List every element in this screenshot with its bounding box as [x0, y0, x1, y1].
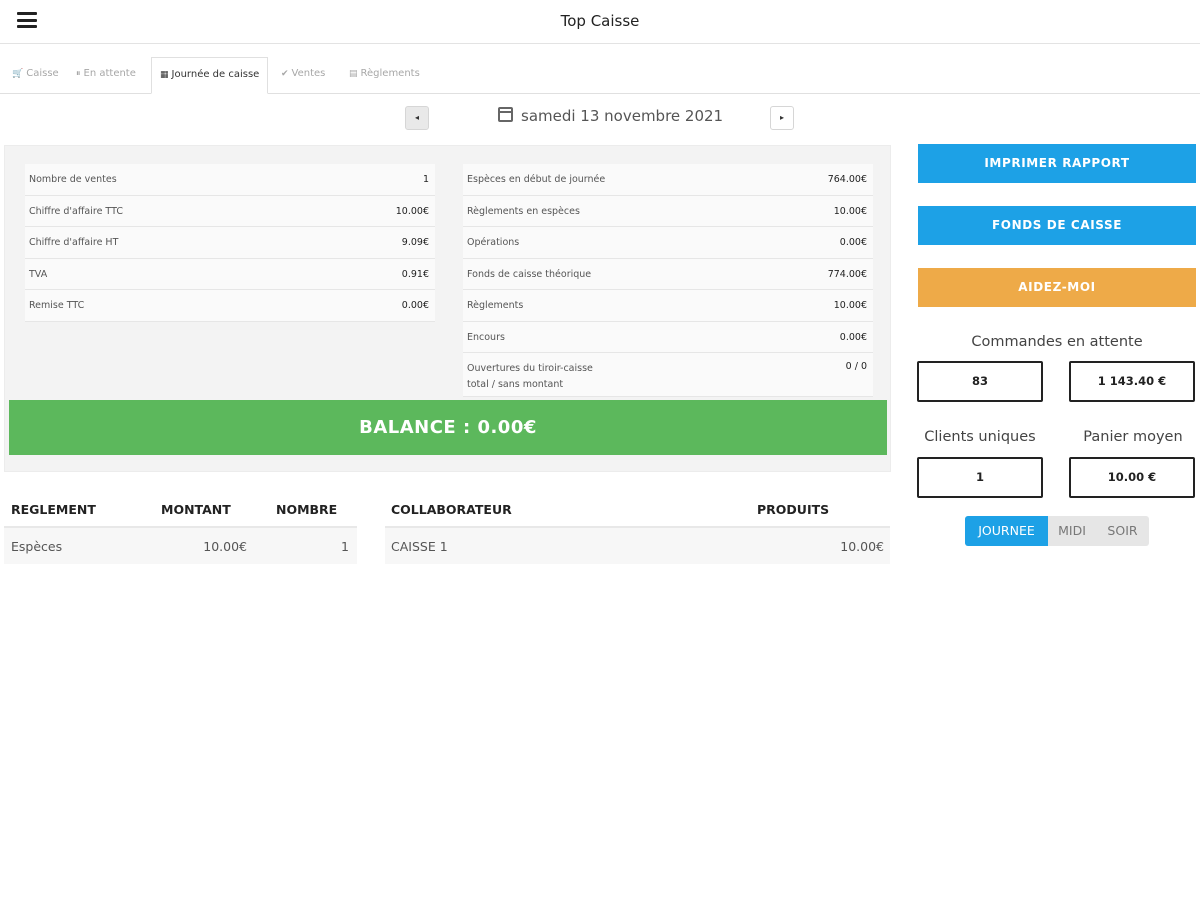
- pending-orders-count: 83: [917, 361, 1043, 402]
- tab-label: Caisse: [26, 68, 59, 79]
- tab-label: Ventes: [291, 68, 326, 79]
- pending-orders-amount: 1 143.40 €: [1069, 361, 1195, 402]
- date-label: samedi 13 novembre 2021: [521, 107, 724, 125]
- column-header: COLLABORATEUR: [391, 502, 512, 517]
- summary-label: Règlements: [467, 300, 524, 311]
- summary-label: Ouvertures du tiroir-caisse total / sans …: [467, 361, 593, 393]
- avg-basket-value: 10.00 €: [1069, 457, 1195, 498]
- summary-label: Espèces en début de journée: [467, 174, 606, 185]
- tab-reglements[interactable]: ▤ Règlements: [341, 57, 428, 94]
- summary-row: Encours 0.00€: [463, 321, 873, 353]
- period-soir[interactable]: SOIR: [1096, 516, 1149, 546]
- print-report-button[interactable]: IMPRIMER RAPPORT: [918, 144, 1196, 183]
- summary-row: Remise TTC 0.00€: [25, 290, 435, 322]
- summary-row: Chiffre d'affaire TTC 10.00€: [25, 195, 435, 227]
- table-cell: 1: [341, 539, 349, 554]
- summary-value: 10.00€: [833, 205, 867, 217]
- summary-value: 764.00€: [827, 174, 867, 185]
- summary-row: Opérations 0.00€: [463, 227, 873, 259]
- cash-float-button[interactable]: FONDS DE CAISSE: [918, 206, 1196, 245]
- prev-day-button[interactable]: ◂: [405, 106, 429, 130]
- pause-icon: ⏸: [76, 69, 81, 79]
- summary-value: 1: [422, 174, 429, 185]
- summary-row: Règlements 10.00€: [463, 290, 873, 322]
- tab-caisse[interactable]: 🛒 Caisse: [4, 57, 67, 94]
- tab-label: En attente: [83, 68, 136, 79]
- summary-label: Opérations: [467, 237, 520, 248]
- next-day-button[interactable]: ▸: [770, 106, 794, 130]
- period-selector: JOURNEE MIDI SOIR: [965, 516, 1149, 546]
- tab-en-attente[interactable]: ⏸ En attente: [68, 57, 144, 94]
- summary-row: Espèces en début de journée 764.00€: [463, 164, 873, 196]
- column-header: NOMBRE: [276, 502, 338, 517]
- avg-basket-label: Panier moyen: [1083, 429, 1183, 445]
- caret-left-icon: ◂: [414, 113, 419, 122]
- table-header: COLLABORATEUR PRODUITS: [385, 496, 890, 528]
- calendar-icon: [498, 107, 513, 122]
- summary-row: Chiffre d'affaire HT 9.09€: [25, 227, 435, 259]
- column-header: MONTANT: [161, 502, 231, 517]
- table-cell: 10.00€: [203, 539, 247, 554]
- calendar-icon: ▦: [160, 70, 169, 80]
- summary-row: Règlements en espèces 10.00€: [463, 195, 873, 227]
- summary-value: 0.00€: [839, 237, 867, 248]
- summary-label: Règlements en espèces: [467, 205, 580, 217]
- drawer-sublabel: total / sans montant: [467, 379, 564, 390]
- payments-table: REGLEMENT MONTANT NOMBRE Espèces 10.00€ …: [4, 496, 357, 564]
- summary-panel: Nombre de ventes 1 Chiffre d'affaire TTC 1…: [4, 145, 891, 472]
- pending-orders-label: Commandes en attente: [971, 334, 1143, 350]
- summary-row: Fonds de caisse théorique 774.00€: [463, 258, 873, 290]
- current-date: samedi 13 novembre 2021: [498, 107, 723, 125]
- summary-value: 0.00€: [401, 300, 429, 311]
- summary-label: TVA: [29, 268, 48, 280]
- table-header: REGLEMENT MONTANT NOMBRE: [4, 496, 357, 528]
- tab-label: Journée de caisse: [171, 69, 260, 80]
- unique-clients-value: 1: [917, 457, 1043, 498]
- payments-icon: ▤: [349, 69, 358, 79]
- summary-value: 9.09€: [401, 237, 429, 248]
- unique-clients-label: Clients uniques: [924, 429, 1036, 445]
- balance-banner: BALANCE : 0.00€: [9, 400, 887, 455]
- summary-label: Remise TTC: [29, 300, 85, 311]
- summary-label: Encours: [467, 331, 505, 343]
- summary-row: TVA 0.91€: [25, 258, 435, 290]
- cash-summary: Espèces en début de journée 764.00€ Règle…: [463, 164, 873, 397]
- summary-label: Nombre de ventes: [29, 174, 117, 185]
- summary-value: 0.91€: [401, 268, 429, 280]
- sales-summary: Nombre de ventes 1 Chiffre d'affaire TTC 1…: [25, 164, 435, 322]
- top-bar: Top Caisse: [0, 0, 1200, 44]
- cart-icon: 🛒: [12, 69, 24, 79]
- table-cell: CAISSE 1: [391, 539, 448, 554]
- summary-label: Fonds de caisse théorique: [467, 268, 592, 280]
- tab-journee-de-caisse[interactable]: ▦ Journée de caisse: [151, 57, 269, 94]
- summary-value: 10.00€: [833, 300, 867, 311]
- tab-label: Règlements: [360, 68, 420, 79]
- table-cell: 10.00€: [840, 539, 884, 554]
- summary-label: Chiffre d'affaire HT: [29, 237, 119, 248]
- summary-value: 10.00€: [395, 205, 429, 217]
- summary-value: 0.00€: [839, 331, 867, 343]
- table-cell: Espèces: [11, 539, 63, 554]
- summary-label: Chiffre d'affaire TTC: [29, 205, 123, 217]
- column-header: REGLEMENT: [11, 502, 96, 517]
- column-header: PRODUITS: [757, 502, 830, 517]
- summary-row: Ouvertures du tiroir-caisse total / sans …: [463, 353, 873, 397]
- summary-value: 0 / 0: [845, 361, 867, 372]
- table-row: Espèces 10.00€ 1: [4, 528, 357, 564]
- app-title: Top Caisse: [560, 12, 640, 30]
- summary-row: Nombre de ventes 1: [25, 164, 435, 196]
- period-midi[interactable]: MIDI: [1048, 516, 1096, 546]
- tab-ventes[interactable]: ✔ Ventes: [273, 57, 333, 94]
- help-button[interactable]: AIDEZ-MOI: [918, 268, 1196, 307]
- staff-table: COLLABORATEUR PRODUITS CAISSE 1 10.00€: [385, 496, 890, 564]
- caret-right-icon: ▸: [779, 113, 784, 122]
- summary-value: 774.00€: [827, 268, 867, 280]
- period-journee[interactable]: JOURNEE: [965, 516, 1048, 546]
- tab-bar: 🛒 Caisse ⏸ En attente ▦ Journée de caisse ✔…: [0, 57, 1200, 94]
- table-row: CAISSE 1 10.00€: [385, 528, 890, 564]
- check-icon: ✔: [281, 69, 289, 79]
- drawer-label: Ouvertures du tiroir-caisse: [467, 363, 593, 374]
